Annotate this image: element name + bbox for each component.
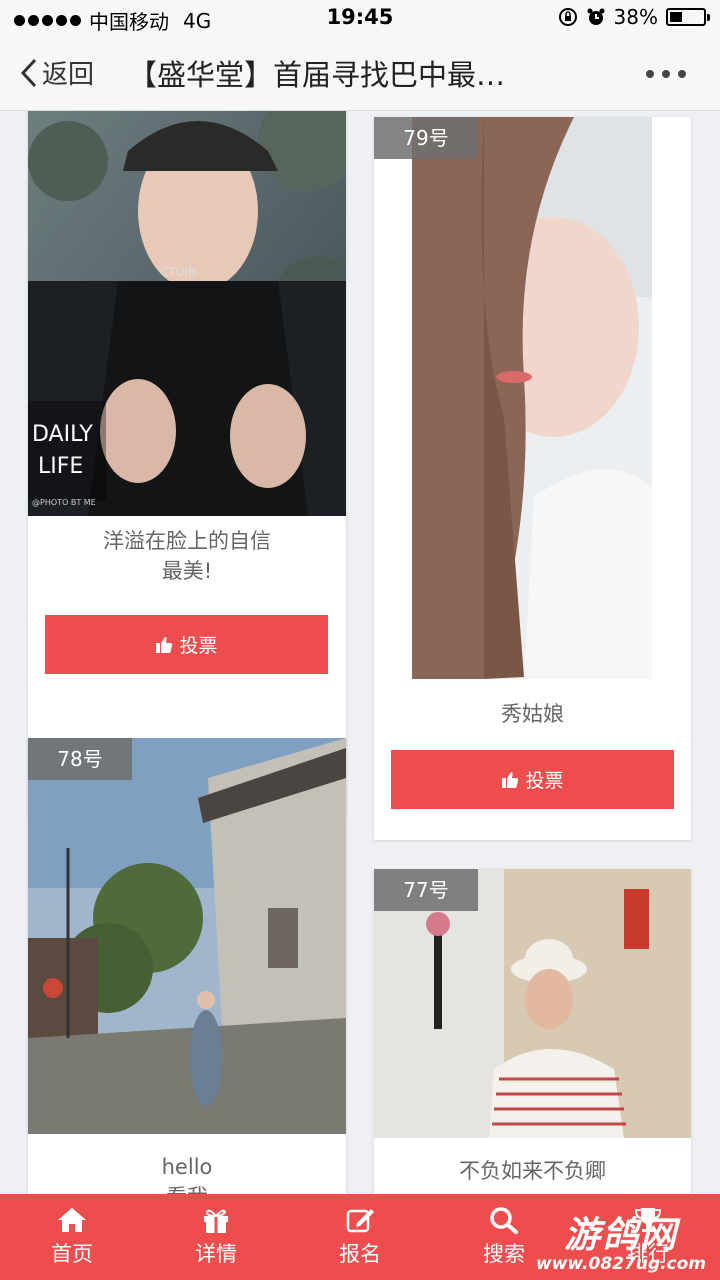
rotation-lock-icon — [558, 8, 577, 26]
tab-home[interactable]: 首页 — [0, 1194, 144, 1280]
status-bar: 中国移动 4G 19:45 38% — [0, 0, 720, 36]
nav-bar: 返回 【盛华堂】首届寻找巴中最… — [0, 36, 720, 111]
thumbs-up-icon — [502, 771, 519, 788]
contestant-photo[interactable] — [28, 738, 346, 1134]
watermark-url: www.0827ug.com — [536, 1254, 706, 1274]
contestant-card[interactable]: 77号 不负如来不负卿 — [374, 869, 691, 1194]
edit-icon — [346, 1209, 374, 1233]
thumbs-up-icon — [156, 636, 173, 653]
contestant-photo[interactable]: CTUIB DAILY LIFE @PHOTO BT ME — [28, 111, 346, 516]
home-icon — [58, 1208, 86, 1232]
alarm-icon — [587, 8, 605, 25]
photo-feed[interactable]: CTUIB DAILY LIFE @PHOTO BT ME 洋溢在脸上的自信 最… — [0, 111, 720, 1194]
photo-old-street — [28, 738, 346, 1134]
tab-signup[interactable]: 报名 — [288, 1194, 432, 1280]
battery-icon — [666, 8, 710, 26]
svg-text:LIFE: LIFE — [38, 454, 83, 479]
vote-label: 投票 — [525, 770, 564, 792]
page-title: 【盛华堂】首届寻找巴中最… — [128, 58, 506, 92]
contestant-caption: hello 看我 — [161, 1155, 213, 1194]
svg-text:DAILY: DAILY — [32, 422, 93, 447]
status-right: 38% — [558, 5, 710, 29]
more-menu-button[interactable] — [646, 70, 686, 78]
back-button[interactable]: 返回 — [20, 54, 94, 91]
contestant-caption: 洋溢在脸上的自信 最美! — [103, 529, 271, 583]
vote-button[interactable]: 投票 — [45, 615, 328, 674]
gift-icon — [204, 1209, 228, 1233]
photo-woman-cap: CTUIB DAILY LIFE @PHOTO BT ME — [28, 111, 346, 516]
contestant-number: 78号 — [28, 738, 132, 780]
contestant-number: 79号 — [374, 117, 478, 159]
tab-details[interactable]: 详情 — [144, 1194, 288, 1280]
tab-label: 搜索 — [483, 1242, 525, 1266]
site-watermark: 游鸽网 www.0827ug.com — [536, 1215, 706, 1275]
contestant-number: 77号 — [374, 869, 478, 911]
contestant-caption: 秀姑娘 — [501, 702, 564, 726]
search-icon — [490, 1207, 518, 1234]
watermark-logo-text: 游鸽网 — [563, 1215, 678, 1256]
chevron-left-icon — [20, 58, 37, 87]
tab-label: 首页 — [51, 1242, 93, 1266]
battery-percent: 38% — [613, 5, 658, 29]
svg-text:@PHOTO BT ME: @PHOTO BT ME — [32, 498, 96, 507]
contestant-card[interactable]: CTUIB DAILY LIFE @PHOTO BT ME 洋溢在脸上的自信 最… — [28, 111, 346, 817]
contestant-card[interactable]: 79号 秀姑娘 投票 — [374, 117, 691, 840]
vote-label: 投票 — [179, 635, 218, 657]
contestant-card[interactable]: 78号 hello 看我 — [28, 738, 346, 1194]
contestant-caption: 不负如来不负卿 — [459, 1159, 606, 1183]
vote-button[interactable]: 投票 — [391, 750, 674, 809]
svg-text:CTUIB: CTUIB — [160, 265, 196, 279]
tab-label: 报名 — [339, 1242, 381, 1266]
back-label: 返回 — [42, 60, 95, 90]
tab-label: 详情 — [195, 1242, 237, 1266]
contestant-photo[interactable] — [374, 117, 691, 679]
photo-woman-long-hair — [412, 117, 652, 679]
